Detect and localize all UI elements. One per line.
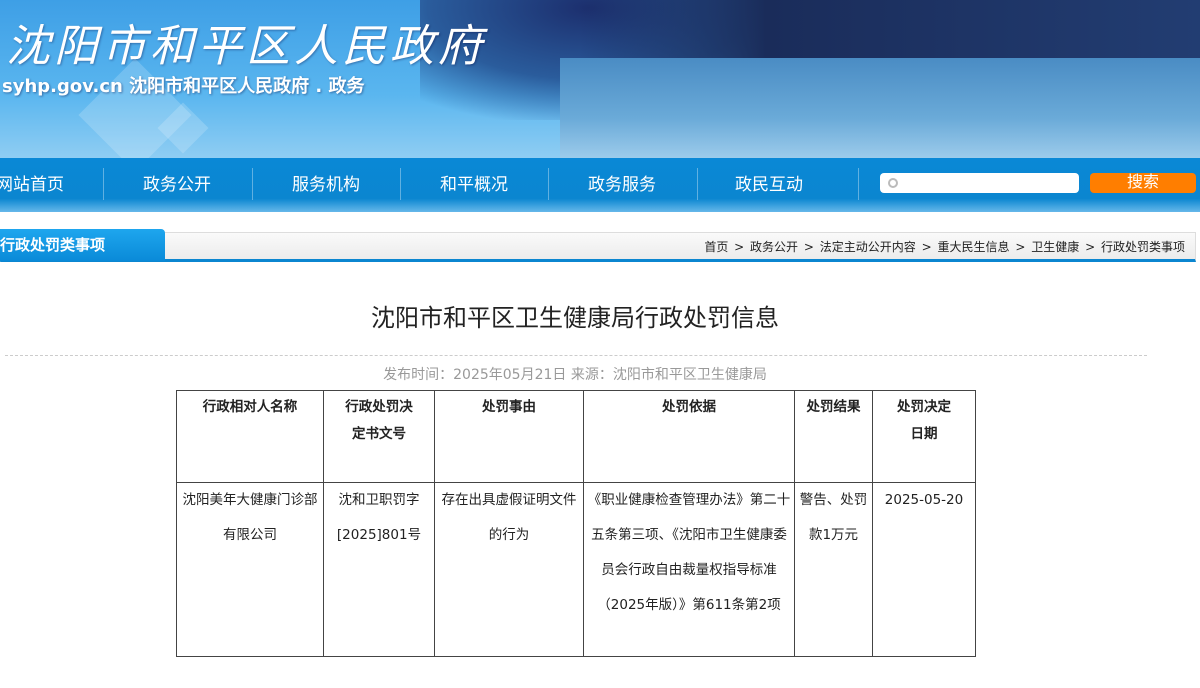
cell-date: 2025-05-20 <box>872 482 976 657</box>
breadcrumb-gov-affairs[interactable]: 政务公开 <box>750 240 798 254</box>
breadcrumb-statutory[interactable]: 法定主动公开内容 <box>820 240 916 254</box>
nav-service-agencies[interactable]: 服务机构 <box>252 158 400 212</box>
article-title: 沈阳市和平区卫生健康局行政处罚信息 <box>371 304 779 332</box>
table-row: 沈阳美年大健康门诊部有限公司 沈和卫职罚字[2025]801号 存在出具虚假证明… <box>176 482 976 657</box>
breadcrumb-current[interactable]: 行政处罚类事项 <box>1101 240 1185 254</box>
breadcrumb-sep: > <box>921 240 932 254</box>
nav-home[interactable]: 网站首页 <box>0 158 104 212</box>
search-icon <box>888 178 898 188</box>
breadcrumb-livelihood[interactable]: 重大民生信息 <box>938 240 1010 254</box>
divider <box>5 355 1147 356</box>
header-cell: 处罚结果 <box>794 390 873 483</box>
site-subtitle: syhp.gov.cn 沈阳市和平区人民政府 . 政务 <box>2 76 365 97</box>
breadcrumb: 首页 > 政务公开 > 法定主动公开内容 > 重大民生信息 > 卫生健康 > 行… <box>703 238 1186 255</box>
header-banner: 沈阳市和平区人民政府 syhp.gov.cn 沈阳市和平区人民政府 . 政务 <box>0 0 1200 158</box>
decor-city <box>580 0 1200 60</box>
breadcrumb-home[interactable]: 首页 <box>704 240 728 254</box>
nav-interaction[interactable]: 政民互动 <box>695 158 843 212</box>
cell-basis: 《职业健康检查管理办法》第二十五条第三项、《沈阳市卫生健康委员会行政自由裁量权指… <box>583 482 795 657</box>
cell-result: 警告、处罚款1万元 <box>794 482 873 657</box>
nav-gov-services[interactable]: 政务服务 <box>548 158 696 212</box>
breadcrumb-sep: > <box>1085 240 1096 254</box>
breadcrumb-sep: > <box>1015 240 1026 254</box>
section-title: 行政处罚类事项 <box>0 229 165 261</box>
site-logo[interactable]: 沈阳市和平区人民政府 <box>6 10 486 74</box>
header-cell: 行政处罚决定书文号 <box>323 390 435 483</box>
breadcrumb-health[interactable]: 卫生健康 <box>1031 240 1079 254</box>
breadcrumb-sep: > <box>734 240 745 254</box>
header-cell: 行政相对人名称 <box>176 390 324 483</box>
nav-gov-affairs[interactable]: 政务公开 <box>103 158 251 212</box>
cell-party: 沈阳美年大健康门诊部有限公司 <box>176 482 324 657</box>
table-header-row: 行政相对人名称 行政处罚决定书文号 处罚事由 处罚依据 处罚结果 处罚决定日期 <box>176 390 976 483</box>
header-cell: 处罚决定日期 <box>872 390 976 483</box>
breadcrumb-sep: > <box>803 240 814 254</box>
cell-doc-number: 沈和卫职罚字[2025]801号 <box>323 482 435 657</box>
nav-divider <box>858 168 859 200</box>
search-button[interactable]: 搜索 <box>1090 173 1196 193</box>
header-cell: 处罚依据 <box>583 390 795 483</box>
cell-reason: 存在出具虚假证明文件的行为 <box>434 482 584 657</box>
decor-clouds <box>560 58 1200 158</box>
article-meta: 发布时间：2025年05月21日 来源：沈阳市和平区卫生健康局 <box>383 367 767 383</box>
penalty-table: 行政相对人名称 行政处罚决定书文号 处罚事由 处罚依据 处罚结果 处罚决定日期 … <box>176 390 976 657</box>
nav-heping-overview[interactable]: 和平概况 <box>400 158 548 212</box>
header-cell: 处罚事由 <box>434 390 584 483</box>
search-input[interactable] <box>880 173 1079 193</box>
